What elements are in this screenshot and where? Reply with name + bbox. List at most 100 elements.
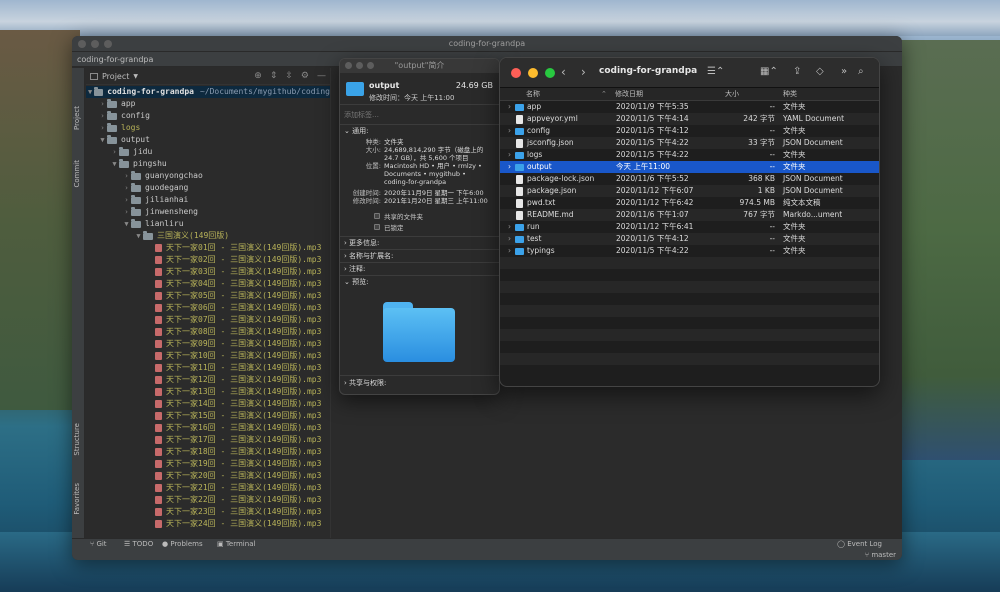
tree-folder-row[interactable]: › jidu	[86, 146, 330, 158]
tree-file-row[interactable]: 天下一家05回 - 三国演义(149回版).mp3	[86, 290, 330, 302]
settings-gear-icon[interactable]: ⚙	[301, 71, 309, 81]
column-size[interactable]: 大小	[725, 88, 739, 101]
chevron-down-icon[interactable]: ▼	[122, 218, 131, 230]
list-view-icon[interactable]: ☰⌃	[707, 66, 724, 77]
tab-structure[interactable]: Structure	[73, 423, 81, 456]
bottom-tab-terminal[interactable]: ▣ Terminal	[217, 540, 255, 548]
close-dot-icon[interactable]	[78, 40, 86, 48]
tree-folder-row[interactable]: › jinwensheng	[86, 206, 330, 218]
locked-checkbox[interactable]: 已锁定	[340, 221, 499, 232]
tree-folder-row[interactable]: › guanyongchao	[86, 170, 330, 182]
tree-file-row[interactable]: 天下一家09回 - 三国演义(149回版).mp3	[86, 338, 330, 350]
tree-file-row[interactable]: 天下一家24回 - 三国演义(149回版).mp3	[86, 518, 330, 530]
file-row[interactable]: package-lock.json 2020/11/6 下午5:52 368 KB J…	[500, 173, 879, 185]
event-log[interactable]: ◯ Event Log	[837, 540, 882, 548]
tree-file-row[interactable]: 天下一家14回 - 三国演义(149回版).mp3	[86, 398, 330, 410]
section-more-info[interactable]: › 更多信息:	[340, 237, 499, 249]
chevron-right-icon[interactable]: ›	[122, 182, 131, 194]
tree-file-row[interactable]: 天下一家02回 - 三国演义(149回版).mp3	[86, 254, 330, 266]
disclosure-chevron-icon[interactable]: ›	[508, 125, 511, 137]
file-row[interactable]: › logs 2020/11/5 下午4:22 -- 文件夹	[500, 149, 879, 161]
tree-folder-row[interactable]: ▼ output	[86, 134, 330, 146]
forward-arrow-icon[interactable]: ›	[581, 65, 586, 79]
file-row[interactable]: README.md 2020/11/6 下午1:07 767 字节 Markdo...…	[500, 209, 879, 221]
group-icon[interactable]: ▦⌃	[760, 66, 778, 77]
tree-folder-row[interactable]: ▼ pingshu	[86, 158, 330, 170]
tree-file-row[interactable]: 天下一家08回 - 三国演义(149回版).mp3	[86, 326, 330, 338]
close-dot-icon[interactable]	[345, 62, 352, 69]
tree-file-row[interactable]: 天下一家20回 - 三国演义(149回版).mp3	[86, 470, 330, 482]
section-general[interactable]: ⌄ 通用:	[340, 125, 499, 137]
tree-file-row[interactable]: 天下一家06回 - 三国演义(149回版).mp3	[86, 302, 330, 314]
hide-panel-icon[interactable]: —	[317, 71, 326, 81]
chevron-down-icon[interactable]: ▼	[86, 86, 94, 98]
file-row[interactable]: › typings 2020/11/5 下午4:22 -- 文件夹	[500, 245, 879, 257]
tree-file-row[interactable]: 天下一家17回 - 三国演义(149回版).mp3	[86, 434, 330, 446]
shared-folder-checkbox[interactable]: 共享的文件夹	[340, 210, 499, 221]
share-icon[interactable]: ⇪	[793, 66, 801, 77]
tree-file-row[interactable]: 天下一家11回 - 三国演义(149回版).mp3	[86, 362, 330, 374]
tree-file-row[interactable]: 天下一家01回 - 三国演义(149回版).mp3	[86, 242, 330, 254]
tree-folder-row[interactable]: › config	[86, 110, 330, 122]
tree-file-row[interactable]: 天下一家16回 - 三国演义(149回版).mp3	[86, 422, 330, 434]
tree-folder-row[interactable]: ▼ lianliru	[86, 218, 330, 230]
section-comments[interactable]: › 注释:	[340, 263, 499, 275]
tree-file-row[interactable]: 天下一家19回 - 三国演义(149回版).mp3	[86, 458, 330, 470]
tree-file-row[interactable]: 天下一家23回 - 三国演义(149回版).mp3	[86, 506, 330, 518]
tree-folder-row[interactable]: › logs	[86, 122, 330, 134]
chevron-down-icon[interactable]: ▼	[133, 73, 138, 80]
tags-input[interactable]: 添加标签…	[340, 105, 499, 125]
tree-file-row[interactable]: 天下一家18回 - 三国演义(149回版).mp3	[86, 446, 330, 458]
chevron-down-icon[interactable]: ▼	[134, 230, 143, 242]
column-name[interactable]: 名称	[526, 88, 540, 101]
minimize-dot-icon[interactable]	[91, 40, 99, 48]
disclosure-chevron-icon[interactable]: ›	[508, 149, 511, 161]
tab-project[interactable]: Project	[73, 106, 81, 130]
close-button[interactable]	[511, 68, 521, 78]
tree-folder-row[interactable]: ▼ 三国演义(149回版)	[86, 230, 330, 242]
zoom-dot-icon[interactable]	[104, 40, 112, 48]
section-preview[interactable]: ⌄ 预览:	[340, 276, 499, 288]
file-row[interactable]: jsconfig.json 2020/11/5 下午4:22 33 字节 JSON D…	[500, 137, 879, 149]
bottom-tab-todo[interactable]: ☰ TODO	[124, 540, 153, 548]
zoom-dot-icon[interactable]	[367, 62, 374, 69]
chevron-right-icon[interactable]: ›	[98, 122, 107, 134]
tree-file-row[interactable]: 天下一家12回 - 三国演义(149回版).mp3	[86, 374, 330, 386]
disclosure-chevron-icon[interactable]: ›	[508, 101, 511, 113]
tree-file-row[interactable]: 天下一家04回 - 三国演义(149回版).mp3	[86, 278, 330, 290]
tab-commit[interactable]: Commit	[73, 160, 81, 188]
disclosure-chevron-icon[interactable]: ›	[508, 233, 511, 245]
disclosure-chevron-icon[interactable]: ›	[508, 245, 511, 257]
chevron-down-icon[interactable]: ▼	[98, 134, 107, 146]
section-sharing[interactable]: › 共享与权限:	[340, 377, 386, 389]
back-arrow-icon[interactable]: ‹	[561, 65, 566, 79]
chevron-right-icon[interactable]: ›	[122, 170, 131, 182]
chevron-down-icon[interactable]: ▼	[110, 158, 119, 170]
chevron-right-icon[interactable]: ›	[122, 194, 131, 206]
tree-root[interactable]: ▼ coding-for-grandpa ~/Documents/mygithu…	[86, 86, 330, 98]
minimize-button[interactable]	[528, 68, 538, 78]
file-row[interactable]: › output 今天 上午11:00 -- 文件夹	[500, 161, 879, 173]
tree-file-row[interactable]: 天下一家10回 - 三国演义(149回版).mp3	[86, 350, 330, 362]
collapse-all-icon[interactable]: ⇳	[285, 71, 293, 81]
tree-folder-row[interactable]: › guodegang	[86, 182, 330, 194]
more-icon[interactable]: »	[841, 66, 847, 77]
disclosure-chevron-icon[interactable]: ›	[508, 221, 511, 233]
file-row[interactable]: › app 2020/11/9 下午5:35 -- 文件夹	[500, 101, 879, 113]
chevron-right-icon[interactable]: ›	[98, 110, 107, 122]
tree-file-row[interactable]: 天下一家22回 - 三国演义(149回版).mp3	[86, 494, 330, 506]
chevron-right-icon[interactable]: ›	[122, 206, 131, 218]
tree-file-row[interactable]: 天下一家13回 - 三国演义(149回版).mp3	[86, 386, 330, 398]
tree-folder-row[interactable]: › app	[86, 98, 330, 110]
tree-file-row[interactable]: 天下一家03回 - 三国演义(149回版).mp3	[86, 266, 330, 278]
file-row[interactable]: › test 2020/11/5 下午4:12 -- 文件夹	[500, 233, 879, 245]
bottom-tab-git[interactable]: ⑂ Git	[90, 540, 107, 548]
tag-icon[interactable]: ◇	[816, 66, 824, 77]
zoom-button[interactable]	[545, 68, 555, 78]
file-row[interactable]: package.json 2020/11/12 下午6:07 1 KB JSON Do…	[500, 185, 879, 197]
tree-file-row[interactable]: 天下一家15回 - 三国演义(149回版).mp3	[86, 410, 330, 422]
tree-folder-row[interactable]: › jilianhai	[86, 194, 330, 206]
disclosure-chevron-icon[interactable]: ›	[508, 161, 511, 173]
file-row[interactable]: › run 2020/11/12 下午6:41 -- 文件夹	[500, 221, 879, 233]
git-branch-widget[interactable]: ⑂ master	[865, 551, 896, 559]
